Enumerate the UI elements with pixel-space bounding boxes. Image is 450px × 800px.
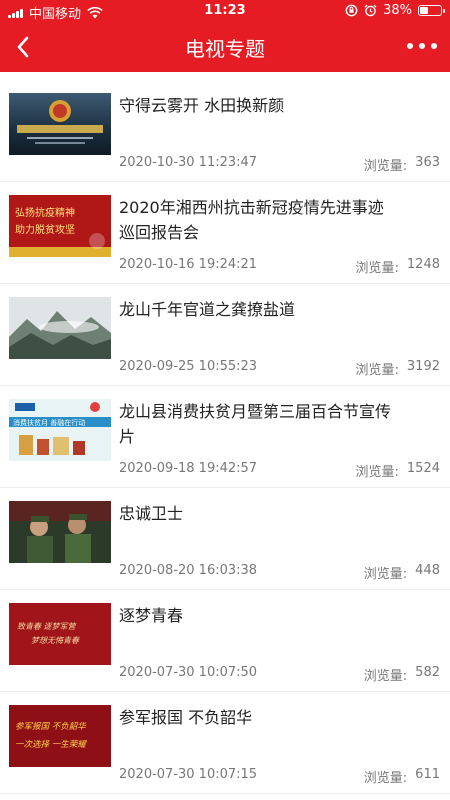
item-date: 2020-07-30 10:07:50 [119,665,258,680]
battery-fill [420,7,428,14]
page-title: 电视专题 [185,37,265,61]
list-item[interactable]: 龙山千年官道之龚撩盐道 2020-09-25 10:55:23 浏览量: 3192 [0,284,450,386]
list-item[interactable]: 参军报国 不负韶华 一次选择 一生荣耀 参军报国 不负韶华 2020-07-30… [0,692,450,794]
view-label: 浏览量: [363,771,408,786]
item-date: 2020-09-25 10:55:23 [119,359,258,374]
view-count: 浏览量: 1524 [356,461,440,480]
rotation-lock-icon [345,4,358,17]
view-value: 1524 [406,461,440,476]
thumb-text: 参军报国 不负韶华 [15,721,87,732]
view-value: 3192 [406,359,440,374]
item-title[interactable]: 龙山千年官道之龚撩盐道 [119,297,394,322]
view-count: 浏览量: 582 [364,665,440,684]
thumb-text: 致青春 逐梦军营 [17,622,78,631]
list-item[interactable]: 弘扬抗疫精神 助力脱贫攻坚 2020年湘西州抗击新冠疫情先进事迹巡回报告会 20… [0,182,450,284]
view-count: 浏览量: 1248 [356,257,440,276]
list-item[interactable]: 忠诚卫士 2020-08-20 16:03:38 浏览量: 448 [0,488,450,590]
thumb-text: 一次选择 一生荣耀 [15,739,87,750]
item-title[interactable]: 参军报国 不负韶华 [119,705,394,730]
thumbnail [9,297,111,359]
view-label: 浏览量: [355,465,399,480]
item-title[interactable]: 忠诚卫士 [119,501,394,526]
status-right: 38% [345,3,445,18]
nav-bar: 电视专题 [0,22,450,72]
view-label: 浏览量: [363,669,408,684]
item-date: 2020-09-18 19:42:57 [119,461,258,476]
item-date: 2020-10-30 11:23:47 [119,155,258,170]
item-title[interactable]: 2020年湘西州抗击新冠疫情先进事迹巡回报告会 [119,195,394,245]
thumb-text: 消费扶贫月 善融在行动 [13,418,85,427]
thumb-text: 弘扬抗疫精神 [15,206,75,219]
view-label: 浏览量: [355,363,399,378]
thumbnail [9,501,111,563]
view-value: 363 [415,155,440,170]
view-label: 浏览量: [355,261,399,276]
video-list: 守得云雾开 水田换新颜 2020-10-30 11:23:47 浏览量: 363 … [0,80,450,794]
view-value: 611 [415,767,440,782]
thumbnail: 致青春 逐梦军营 梦想无悔青春 [9,603,111,665]
list-item[interactable]: 消费扶贫月 善融在行动 龙山县消费扶贫月暨第三届百合节宣传片 2020-09-1… [0,386,450,488]
view-value: 448 [415,563,440,578]
list-item[interactable]: 守得云雾开 水田换新颜 2020-10-30 11:23:47 浏览量: 363 [0,80,450,182]
app-header: 中国移动 11:23 38% 电视专题 [0,0,450,72]
thumb-text: 助力脱贫攻坚 [15,223,75,236]
view-value: 1248 [406,257,440,272]
thumbnail: 参军报国 不负韶华 一次选择 一生荣耀 [9,705,111,767]
view-label: 浏览量: [363,567,408,582]
thumbnail: 消费扶贫月 善融在行动 [9,399,111,461]
battery-percent: 38% [383,3,412,18]
item-title[interactable]: 逐梦青春 [119,603,394,628]
view-count: 浏览量: 363 [364,155,440,174]
thumbnail [9,93,111,155]
item-title[interactable]: 守得云雾开 水田换新颜 [119,93,394,118]
thumbnail: 弘扬抗疫精神 助力脱贫攻坚 [9,195,111,257]
more-dots-icon [407,43,437,49]
view-value: 582 [415,665,440,680]
item-date: 2020-10-16 19:24:21 [119,257,258,272]
item-date: 2020-08-20 16:03:38 [119,563,258,578]
item-title[interactable]: 龙山县消费扶贫月暨第三届百合节宣传片 [119,399,394,449]
view-count: 浏览量: 611 [364,767,440,786]
status-bar: 中国移动 11:23 38% [0,0,450,22]
view-label: 浏览量: [363,159,408,174]
view-count: 浏览量: 448 [364,563,440,582]
alarm-icon [364,4,377,17]
more-button[interactable] [402,31,442,61]
item-date: 2020-07-30 10:07:15 [119,767,258,782]
view-count: 浏览量: 3192 [356,359,440,378]
battery-icon [418,5,445,16]
list-item[interactable]: 致青春 逐梦军营 梦想无悔青春 逐梦青春 2020-07-30 10:07:50… [0,590,450,692]
thumb-text: 梦想无悔青春 [31,636,80,645]
